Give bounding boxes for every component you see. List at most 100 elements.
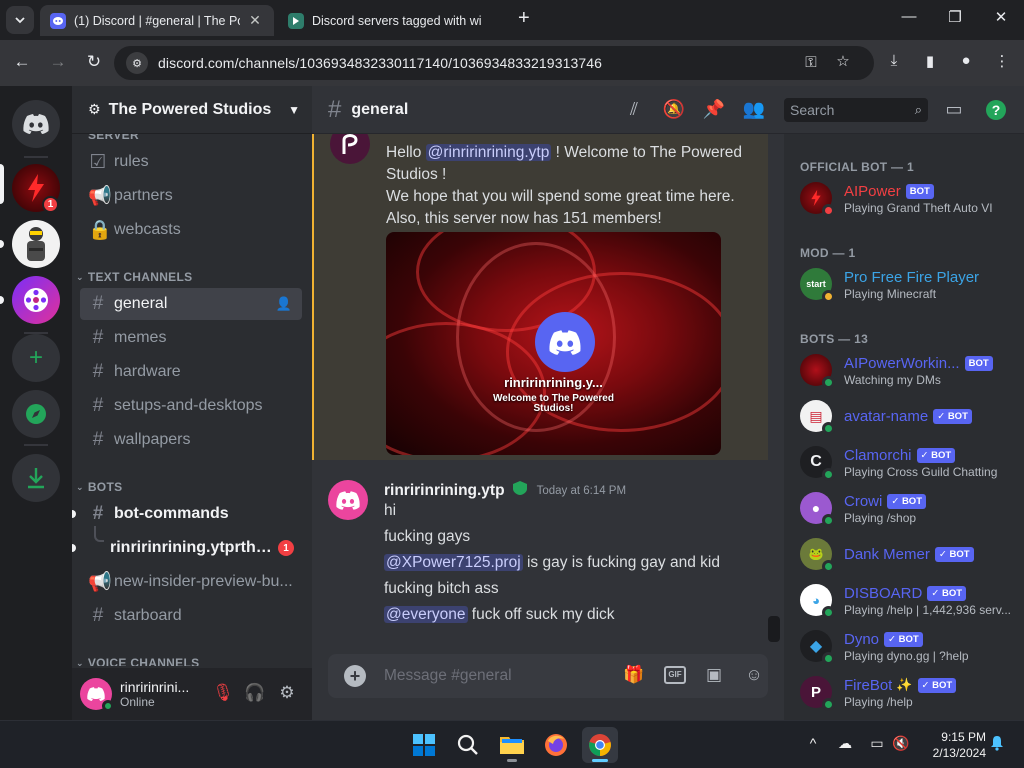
show-hidden-icons-chevron-icon[interactable]: ^ [802,735,824,751]
chrome-button[interactable] [582,727,618,763]
gift-icon[interactable]: 🎁 [622,665,646,685]
thread-rinririnrining[interactable]: rinririnrining.ytprth7'... 1 [102,532,302,564]
member-list: OFFICIAL BOT — 1 AIPower BOT Playing Gra… [784,134,1024,720]
member-list-icon[interactable]: 👥 [742,99,766,120]
help-icon[interactable]: ? [984,99,1008,126]
server-film-studio[interactable] [12,276,60,324]
user-info[interactable]: rinririnrini... Online [120,679,210,709]
member-name: Dank Memer [844,545,930,563]
add-server-button[interactable]: + [12,334,60,382]
channel-starboard[interactable]: # starboard [80,600,302,632]
search-button[interactable] [450,727,486,763]
reload-button[interactable]: ↻ [82,52,106,72]
minimize-button[interactable]: — [894,8,924,25]
member-item[interactable]: AIPowerWorkin... BOT Watching my DMs [800,348,1022,392]
deafen-headphones-icon[interactable]: 🎧 [244,683,266,703]
category-voice-channels[interactable]: ⌄ VOICE CHANNELS [76,654,199,666]
direct-messages-button[interactable] [12,100,60,148]
channel-rules[interactable]: ☑ rules [80,146,302,178]
lightning-logo-icon [811,189,821,207]
emoji-smile-icon[interactable]: ☺ [742,665,766,685]
upload-plus-icon[interactable]: + [344,665,366,687]
display-icon[interactable]: ▭ [866,735,888,752]
volume-muted-icon[interactable]: 🔇 [890,735,912,752]
user-avatar[interactable] [328,480,368,520]
firefox-button[interactable] [538,727,574,763]
tab-search-button[interactable] [6,6,34,34]
welcome-image[interactable]: rinririnrining.y... Welcome to The Power… [386,232,721,455]
user-avatar[interactable] [80,678,114,712]
message-composer[interactable]: + Message #general 🎁 GIF ▣ ☺ [328,654,768,698]
member-item[interactable]: AIPower BOT Playing Grand Theft Auto VI [800,176,1022,220]
category-text-channels[interactable]: ⌄ TEXT CHANNELS [76,268,192,286]
notification-bell-icon[interactable] [986,735,1008,754]
member-item[interactable]: ▤ avatar-name ✓ BOT [800,394,1022,438]
discord-logo-icon [23,114,49,134]
channel-general[interactable]: # general 👤 [80,288,302,320]
member-item[interactable]: ◕ DISBOARD ✓ BOT Playing /help | 1,442,9… [800,578,1022,622]
close-window-button[interactable]: ✕ [986,8,1016,26]
user-mention[interactable]: @XPower7125.proj [384,554,523,571]
cloud-icon[interactable]: ☁ [834,735,856,752]
member-item[interactable]: 🐸 Dank Memer ✓ BOT [800,532,1022,576]
notification-bell-muted-icon[interactable]: 🔕 [662,99,686,120]
channel-wallpapers[interactable]: # wallpapers [80,424,302,456]
file-explorer-button[interactable] [494,727,530,763]
category-server[interactable]: SERVER [88,134,139,144]
everyone-mention[interactable]: @everyone [384,606,468,623]
new-tab-button[interactable]: + [518,7,530,30]
member-item[interactable]: P FireBot ✨ ✓ BOT Playing /help [800,670,1022,714]
server-header[interactable]: ⚙ The Powered Studios ▼ [72,86,312,134]
member-item[interactable]: ● Crowi ✓ BOT Playing /shop [800,486,1022,530]
channel-new-insider-preview[interactable]: 📢 new-insider-preview-bu... [80,566,302,598]
explore-servers-button[interactable] [12,390,60,438]
member-item[interactable]: start Pro Free Fire Player Playing Minec… [800,262,1022,306]
inbox-icon[interactable]: ▭ [942,99,966,120]
channel-setups-and-desktops[interactable]: # setups-and-desktops [80,390,302,422]
close-tab-icon[interactable]: ✕ [246,12,264,29]
scrollbar-thumb[interactable] [768,616,780,642]
invite-user-icon[interactable]: 👤 [276,296,292,312]
download-apps-button[interactable] [12,454,60,502]
download-icon[interactable]: ⤓ [882,52,906,69]
user-mention[interactable]: @rinririnrining.ytp [425,144,552,161]
channel-hardware[interactable]: # hardware [80,356,302,388]
channel-webcasts[interactable]: 🔒 webcasts [80,214,302,246]
member-item[interactable]: C Clamorchi ✓ BOT Playing Cross Guild Ch… [800,440,1022,484]
message-author[interactable]: rinririnrining.ytp [384,482,505,500]
tab-discord-servers[interactable]: Discord servers tagged with wi [278,5,508,36]
channel-partners[interactable]: 📢 partners [80,180,302,212]
address-bar[interactable]: ⚙ discord.com/channels/10369348323301171… [114,46,874,80]
user-settings-gear-icon[interactable]: ⚙ [276,683,298,703]
channel-memes[interactable]: # memes [80,322,302,354]
member-item[interactable]: ◆ Dyno ✓ BOT Playing dyno.gg | ?help [800,624,1022,668]
category-bots[interactable]: ⌄ BOTS [76,478,122,496]
bot-avatar[interactable] [330,134,370,164]
threads-icon[interactable]: ⫽ [622,99,646,120]
back-button[interactable]: ← [10,52,34,72]
more-menu-icon[interactable]: ⋮ [990,52,1014,70]
sticker-icon[interactable]: ▣ [702,665,726,685]
profile-icon[interactable]: ● [954,52,978,69]
bookmark-star-icon[interactable]: ☆ [832,52,854,70]
system-clock[interactable]: 9:15 PM 2/13/2024 [918,729,986,761]
bot-tag: BOT [964,355,993,371]
mute-microphone-icon[interactable]: 🎙 [212,683,234,703]
message-input[interactable]: Message #general [384,667,512,685]
verified-bot-tag: ✓ BOT [917,677,957,693]
tab-discord-general[interactable]: (1) Discord | #general | The Pow ✕ [40,5,274,36]
server-mention-badge: 1 [42,196,59,213]
start-button[interactable] [406,727,442,763]
password-key-icon[interactable]: ⚿ [800,54,822,71]
search-input[interactable]: Search ⌕ [784,98,928,122]
gif-picker-icon[interactable]: GIF [664,666,686,684]
site-info-icon[interactable]: ⚙ [126,52,148,74]
channel-bot-commands[interactable]: # bot-commands [80,498,302,530]
server-avatar-character[interactable] [12,220,60,268]
pinned-messages-icon[interactable]: 📌 [702,99,726,120]
side-panel-icon[interactable]: ▮ [918,52,942,70]
forward-button[interactable]: → [46,52,70,72]
maximize-button[interactable]: ❐ [940,8,970,26]
thread-mention-badge: 1 [278,540,294,556]
online-status-dot [102,700,114,712]
